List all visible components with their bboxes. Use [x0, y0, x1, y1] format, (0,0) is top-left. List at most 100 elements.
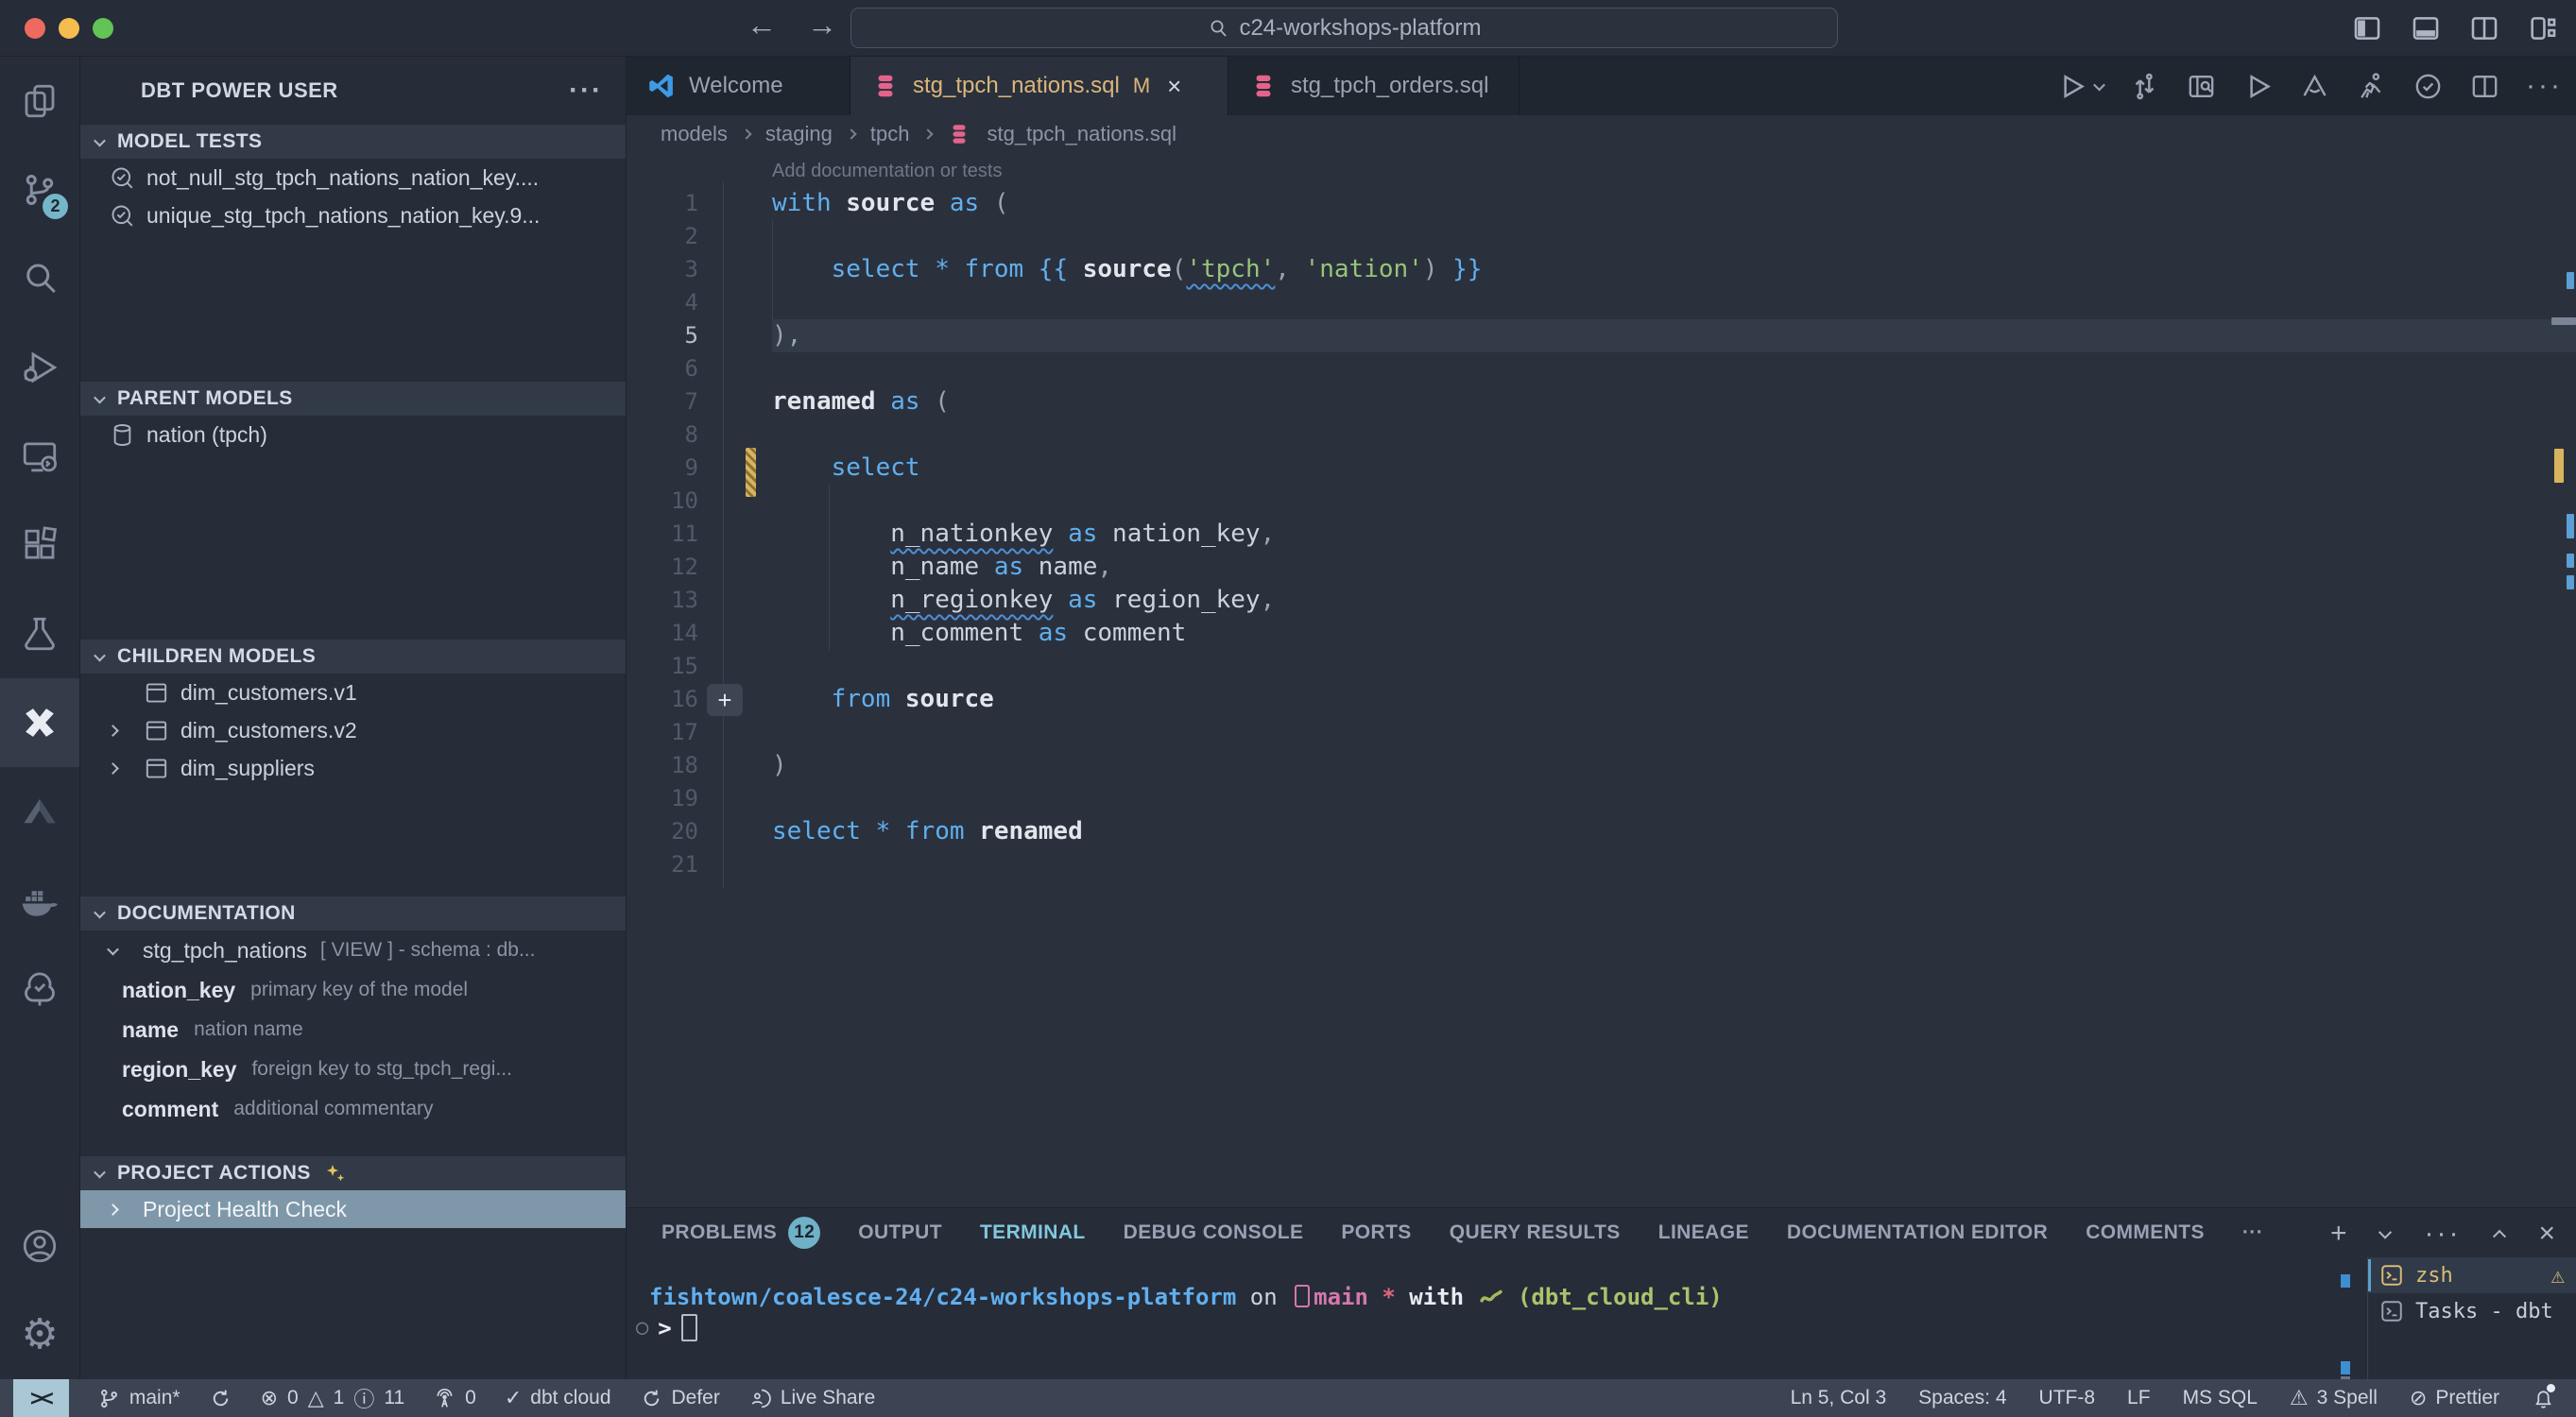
code-line[interactable]: [723, 286, 2576, 319]
terminal-prompt[interactable]: ○ >: [636, 1314, 697, 1341]
maximize-window-button[interactable]: [93, 18, 113, 39]
forward-icon[interactable]: →: [807, 8, 837, 43]
mountain-logo-icon[interactable]: [0, 767, 79, 856]
panel-tab-comments[interactable]: COMMENTS: [2086, 1221, 2205, 1244]
sidebar-item-selected[interactable]: Project Health Check: [80, 1190, 626, 1228]
toggle-secondary-sidebar-icon[interactable]: [2468, 12, 2500, 44]
run-adapter-icon[interactable]: [2356, 71, 2387, 102]
split-editor-icon[interactable]: [2469, 71, 2500, 102]
status-item-dbt-cloud[interactable]: ✓dbt cloud: [505, 1386, 611, 1410]
panel-more-actions-icon[interactable]: ···: [2424, 1218, 2461, 1250]
minimize-window-button[interactable]: [59, 18, 79, 39]
sidebar-item[interactable]: region_keyforeign key to stg_tpch_regi..…: [80, 1050, 626, 1089]
breadcrumb-item[interactable]: stg_tpch_nations.sql: [987, 122, 1176, 146]
panel-tab-ports[interactable]: PORTS: [1341, 1221, 1411, 1244]
breadcrumb-item[interactable]: staging: [765, 122, 833, 146]
code-line[interactable]: n_comment as comment: [723, 617, 2576, 650]
close-tab-icon[interactable]: ×: [1167, 72, 1181, 101]
explorer-icon[interactable]: [0, 57, 79, 145]
build-dbt-model-icon[interactable]: [2129, 71, 2160, 102]
section-header[interactable]: PROJECT ACTIONS: [80, 1156, 626, 1190]
tab-stg-tpch-orders[interactable]: stg_tpch_orders.sql: [1228, 57, 1520, 115]
code-line[interactable]: from source: [723, 683, 2576, 716]
code-line[interactable]: [723, 782, 2576, 815]
panel-tab-documentation-editor[interactable]: DOCUMENTATION EDITOR: [1787, 1221, 2048, 1244]
sidebar-item[interactable]: dim_suppliers: [80, 749, 626, 787]
code-line[interactable]: [723, 848, 2576, 881]
panel-tab--[interactable]: ···: [2242, 1221, 2263, 1244]
tab-stg-tpch-nations[interactable]: stg_tpch_nations.sql M ×: [850, 57, 1228, 115]
code-line[interactable]: [723, 485, 2576, 518]
section-header[interactable]: CHILDREN MODELS: [80, 640, 626, 674]
sidebar-item[interactable]: nation (tpch): [80, 416, 626, 453]
terminal-list-item[interactable]: zsh⚠: [2368, 1257, 2576, 1293]
panel-tab-output[interactable]: OUTPUT: [858, 1221, 942, 1244]
status-item-spell-checker[interactable]: ⚠3 Spell: [2290, 1386, 2378, 1410]
breadcrumb-item[interactable]: tpch: [870, 122, 910, 146]
code-line[interactable]: n_nationkey as nation_key,: [723, 518, 2576, 551]
todo-tree-icon[interactable]: [0, 945, 79, 1033]
status-item-encoding[interactable]: UTF-8: [2039, 1387, 2096, 1409]
status-item-eol[interactable]: LF: [2127, 1387, 2151, 1409]
code-line[interactable]: select * from renamed: [723, 815, 2576, 848]
toggle-primary-sidebar-icon[interactable]: [2351, 12, 2383, 44]
status-item-sync-changes[interactable]: [209, 1387, 232, 1410]
breadcrumb-item[interactable]: models: [661, 122, 728, 146]
status-item-language-mode[interactable]: MS SQL: [2183, 1387, 2258, 1409]
code-line[interactable]: ): [723, 749, 2576, 782]
code-line[interactable]: ),: [723, 319, 2576, 352]
panel-tab-debug-console[interactable]: DEBUG CONSOLE: [1124, 1221, 1304, 1244]
code-line[interactable]: renamed as (: [723, 385, 2576, 418]
status-item-git-branch[interactable]: main*: [97, 1387, 180, 1410]
execute-sql-icon[interactable]: [2242, 71, 2274, 102]
search-icon[interactable]: [0, 234, 79, 323]
accounts-icon[interactable]: [0, 1202, 79, 1290]
code-line[interactable]: with source as (: [723, 187, 2576, 220]
command-center-search[interactable]: c24-workshops-platform: [850, 8, 1838, 48]
sidebar-item[interactable]: dim_customers.v1: [80, 674, 626, 711]
back-icon[interactable]: ←: [747, 8, 777, 43]
status-item-remote-indicator[interactable]: ><: [13, 1379, 69, 1417]
status-item-cursor-position[interactable]: Ln 5, Col 3: [1791, 1387, 1887, 1409]
sidebar-item[interactable]: unique_stg_tpch_nations_nation_key.9...: [80, 196, 626, 234]
section-header[interactable]: PARENT MODELS: [80, 382, 626, 416]
code-line[interactable]: [723, 418, 2576, 452]
dbt-logo-icon[interactable]: [2299, 71, 2330, 102]
status-item-problems-summary[interactable]: ⊗0△1ⓘ11: [261, 1383, 405, 1413]
new-terminal-icon[interactable]: +: [2330, 1218, 2347, 1250]
sidebar-item[interactable]: commentadditional commentary: [80, 1089, 626, 1129]
sidebar-item[interactable]: not_null_stg_tpch_nations_nation_key....: [80, 159, 626, 196]
toggle-panel-icon[interactable]: [2410, 12, 2442, 44]
code-line[interactable]: [723, 650, 2576, 683]
add-comment-button[interactable]: +: [707, 684, 743, 716]
docker-icon[interactable]: [0, 856, 79, 945]
panel-tab-problems[interactable]: PROBLEMS12: [661, 1217, 820, 1249]
query-preview-icon[interactable]: [2186, 71, 2217, 102]
run-dbt-model-icon[interactable]: [2056, 71, 2104, 102]
status-item-prettier[interactable]: ⊘Prettier: [2410, 1386, 2499, 1410]
code-line[interactable]: [723, 352, 2576, 385]
code-line[interactable]: [723, 220, 2576, 253]
code-line[interactable]: [723, 716, 2576, 749]
sidebar-item[interactable]: nation_keyprimary key of the model: [80, 970, 626, 1010]
tab-welcome[interactable]: Welcome: [627, 57, 850, 115]
source-control-icon[interactable]: 2: [0, 145, 79, 234]
close-window-button[interactable]: [25, 18, 45, 39]
code-line[interactable]: n_name as name,: [723, 551, 2576, 584]
code-line[interactable]: select: [723, 452, 2576, 485]
status-item-live-share[interactable]: Live Share: [748, 1387, 875, 1410]
sidebar-item[interactable]: stg_tpch_nations[ VIEW ] - schema : db..…: [80, 930, 626, 970]
codelens-link[interactable]: Add documentation or tests: [772, 161, 1002, 182]
status-item-indentation[interactable]: Spaces: 4: [1918, 1387, 2006, 1409]
terminal-list-item[interactable]: Tasks - dbt: [2368, 1293, 2576, 1329]
dbt-power-user-icon[interactable]: [0, 678, 79, 767]
customize-layout-icon[interactable]: [2527, 12, 2559, 44]
run-debug-icon[interactable]: [0, 323, 79, 412]
sidebar-item[interactable]: dim_customers.v2: [80, 711, 626, 749]
status-item-ports-forwarded[interactable]: 0: [433, 1387, 476, 1410]
panel-tab-terminal[interactable]: TERMINAL: [980, 1221, 1086, 1244]
close-panel-icon[interactable]: ×: [2538, 1218, 2555, 1250]
panel-tab-lineage[interactable]: LINEAGE: [1658, 1221, 1749, 1244]
terminal-profile-dropdown-icon[interactable]: [2379, 1226, 2392, 1239]
extensions-icon[interactable]: [0, 501, 79, 589]
